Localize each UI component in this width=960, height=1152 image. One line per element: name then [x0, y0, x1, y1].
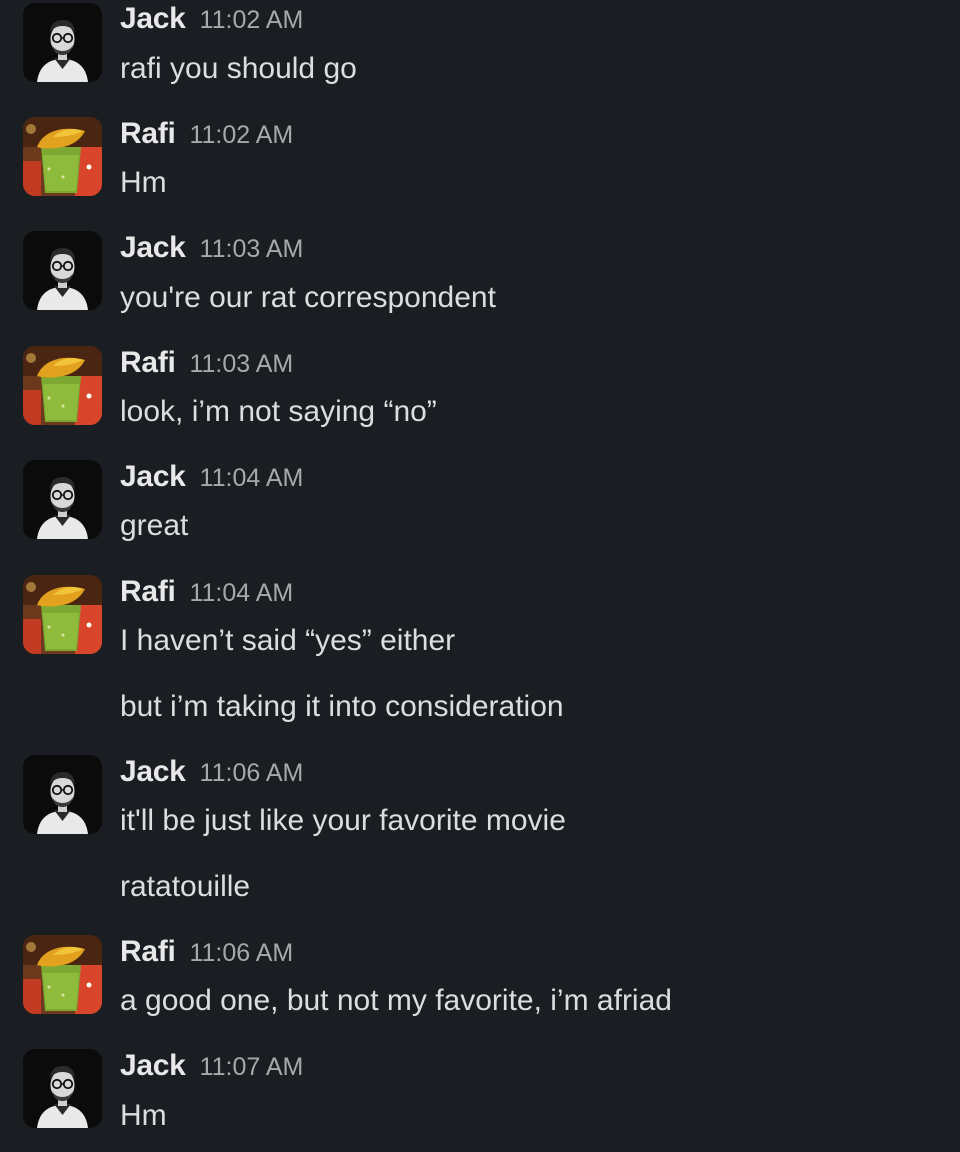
green-drink-icon: [23, 575, 102, 654]
author-name[interactable]: Jack: [120, 231, 186, 264]
author-name[interactable]: Rafi: [120, 575, 176, 608]
author-name[interactable]: Rafi: [120, 935, 176, 968]
message-header: Rafi 11:03 AM: [120, 348, 293, 378]
timestamp[interactable]: 11:04 AM: [189, 579, 293, 607]
message-header: Rafi 11:06 AM: [120, 937, 293, 967]
jack-avatar[interactable]: [23, 755, 102, 834]
rafi-avatar[interactable]: [23, 935, 102, 1014]
timestamp[interactable]: 11:06 AM: [200, 759, 304, 787]
jack-avatar[interactable]: [23, 460, 102, 539]
message-header: Jack 11:04 AM: [120, 462, 303, 492]
message-header: Rafi 11:04 AM: [120, 577, 293, 607]
person-portrait-icon: [23, 460, 102, 539]
author-name[interactable]: Jack: [120, 460, 186, 493]
message-header: Jack 11:07 AM: [120, 1051, 303, 1081]
timestamp[interactable]: 11:07 AM: [200, 1053, 304, 1081]
rafi-avatar[interactable]: [23, 575, 102, 654]
message-text: a good one, but not my favorite, i’m afr…: [120, 984, 672, 1017]
message-text: you're our rat correspondent: [120, 281, 496, 314]
author-name[interactable]: Jack: [120, 1049, 186, 1082]
message-header: Rafi 11:02 AM: [120, 119, 293, 149]
person-portrait-icon: [23, 1049, 102, 1128]
timestamp[interactable]: 11:04 AM: [200, 464, 304, 492]
message-header: Jack 11:03 AM: [120, 233, 303, 263]
message-header: Jack 11:06 AM: [120, 757, 303, 787]
message-text: great: [120, 509, 189, 542]
message-header: Jack 11:02 AM: [120, 4, 303, 34]
person-portrait-icon: [23, 3, 102, 82]
rafi-avatar[interactable]: [23, 117, 102, 196]
message-text: I haven’t said “yes” either: [120, 624, 456, 657]
timestamp[interactable]: 11:02 AM: [189, 121, 293, 149]
message-text: look, i’m not saying “no”: [120, 395, 437, 428]
jack-avatar[interactable]: [23, 1049, 102, 1128]
green-drink-icon: [23, 935, 102, 1014]
person-portrait-icon: [23, 755, 102, 834]
author-name[interactable]: Rafi: [120, 346, 176, 379]
message-text: ratatouille: [120, 870, 251, 903]
author-name[interactable]: Jack: [120, 755, 186, 788]
message-text: it'll be just like your favorite movie: [120, 804, 566, 837]
green-drink-icon: [23, 117, 102, 196]
message-text: Hm: [120, 1099, 167, 1132]
author-name[interactable]: Jack: [120, 2, 186, 35]
timestamp[interactable]: 11:03 AM: [189, 350, 293, 378]
person-portrait-icon: [23, 231, 102, 310]
timestamp[interactable]: 11:03 AM: [200, 235, 304, 263]
message-text: rafi you should go: [120, 52, 357, 85]
rafi-avatar[interactable]: [23, 346, 102, 425]
message-text: Hm: [120, 166, 167, 199]
author-name[interactable]: Rafi: [120, 117, 176, 150]
jack-avatar[interactable]: [23, 3, 102, 82]
timestamp[interactable]: 11:02 AM: [200, 6, 304, 34]
jack-avatar[interactable]: [23, 231, 102, 310]
message-text: but i’m taking it into consideration: [120, 690, 564, 723]
timestamp[interactable]: 11:06 AM: [189, 939, 293, 967]
green-drink-icon: [23, 346, 102, 425]
